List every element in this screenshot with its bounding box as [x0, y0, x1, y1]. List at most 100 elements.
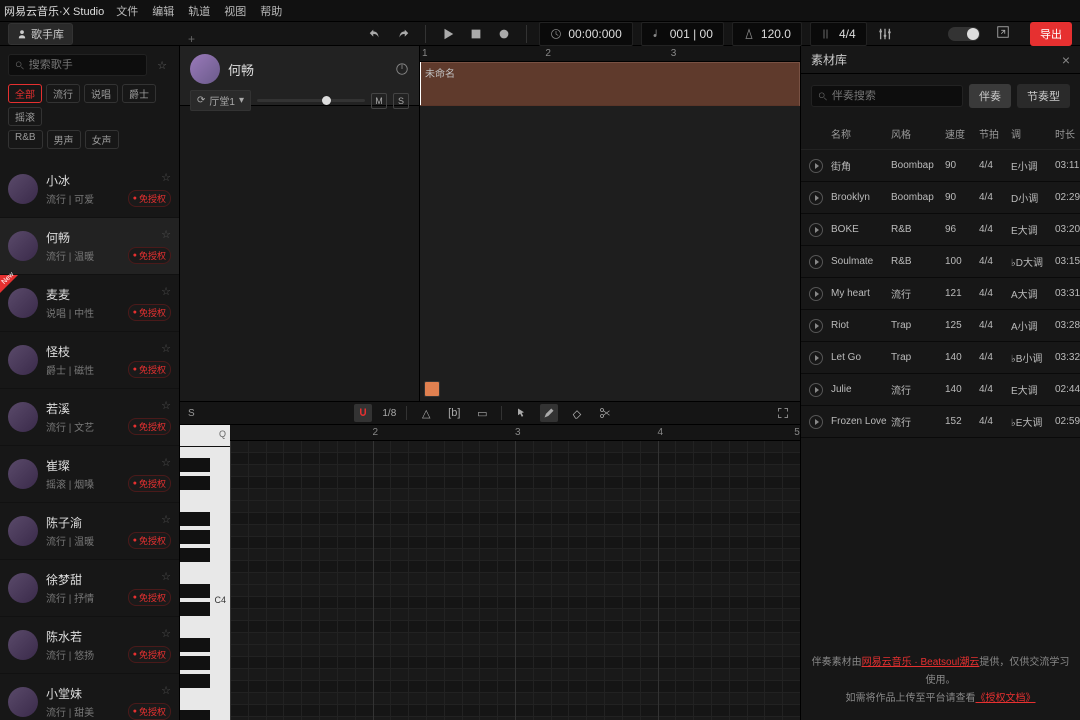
tab-rhythm[interactable]: 节奏型 [1017, 84, 1070, 108]
undo-button[interactable] [365, 24, 385, 44]
singer-search-input[interactable] [29, 59, 140, 71]
singer-item[interactable]: 若溪流行 | 文艺☆免授权 [0, 389, 179, 446]
piano-ruler[interactable]: 2 3 4 5 [230, 425, 800, 441]
preset-selector[interactable]: ⟳厅堂1▾ [190, 90, 251, 111]
pencil-tool[interactable] [540, 404, 558, 422]
play-preview-button[interactable] [809, 383, 823, 397]
favorite-star[interactable]: ☆ [161, 570, 171, 583]
library-row[interactable]: SoulmateR&B1004/4♭D大调03:15 [801, 246, 1080, 278]
library-row[interactable]: Julie流行1404/4E大调02:44 [801, 374, 1080, 406]
snap-value[interactable]: 1/8 [382, 408, 396, 419]
beatsoul-link[interactable]: 网易云音乐 · Beatsoul潮云 [862, 657, 980, 668]
black-key[interactable] [180, 656, 210, 670]
volume-slider[interactable] [257, 99, 365, 102]
play-button[interactable] [438, 24, 458, 44]
timesig-readout[interactable]: 4/4 [810, 22, 867, 46]
genre-tag[interactable]: 全部 [8, 84, 42, 103]
close-library-button[interactable]: × [1062, 52, 1070, 68]
singer-library-tab[interactable]: 歌手库 [8, 23, 73, 45]
black-key[interactable] [180, 458, 210, 472]
singer-item[interactable]: 崔璨摇滚 | 烟嗓☆免授权 [0, 446, 179, 503]
play-preview-button[interactable] [809, 255, 823, 269]
cursor-tool[interactable] [512, 404, 530, 422]
singer-item[interactable]: 陈子渝流行 | 温暖☆免授权 [0, 503, 179, 560]
power-icon[interactable] [395, 62, 409, 76]
singer-search-wrapper[interactable] [8, 54, 147, 76]
singer-item[interactable]: 何畅流行 | 温暖☆免授权 [0, 218, 179, 275]
stop-button[interactable] [466, 24, 486, 44]
genre-tag[interactable]: 男声 [47, 130, 81, 149]
library-row[interactable]: BrooklynBoombap904/4D小调02:29 [801, 182, 1080, 214]
library-row[interactable]: BOKER&B964/4E大调03:20 [801, 214, 1080, 246]
favorite-star[interactable]: ☆ [161, 342, 171, 355]
black-key[interactable] [180, 476, 210, 490]
singer-item[interactable]: 怪枝爵士 | 磁性☆免授权 [0, 332, 179, 389]
piano-keyboard[interactable]: QC4 [180, 425, 230, 720]
favorite-star[interactable]: ☆ [161, 627, 171, 640]
library-row[interactable]: RiotTrap1254/4A小调03:28 [801, 310, 1080, 342]
menu-help[interactable]: 帮助 [260, 3, 282, 19]
black-key[interactable] [180, 530, 210, 544]
black-key[interactable] [180, 710, 210, 720]
favorite-star[interactable]: ☆ [161, 399, 171, 412]
eraser-tool[interactable] [568, 404, 586, 422]
favorite-star[interactable]: ☆ [161, 171, 171, 184]
black-key[interactable] [180, 584, 210, 598]
black-key[interactable] [180, 674, 210, 688]
timeline[interactable]: 1 2 3 未命名 [420, 46, 800, 105]
mixer-button[interactable] [875, 24, 895, 44]
tool-a[interactable]: △ [417, 404, 435, 422]
favorite-star[interactable]: ☆ [161, 456, 171, 469]
toggle-switch[interactable] [948, 27, 980, 41]
redo-button[interactable] [393, 24, 413, 44]
favorite-star[interactable]: ☆ [161, 684, 171, 697]
favorites-filter[interactable]: ☆ [153, 59, 171, 72]
play-preview-button[interactable] [809, 191, 823, 205]
black-key[interactable] [180, 602, 210, 616]
tempo-readout[interactable]: 120.0 [732, 22, 802, 46]
genre-tag[interactable]: 流行 [46, 84, 80, 103]
genre-tag[interactable]: 说唱 [84, 84, 118, 103]
singer-item[interactable]: 小冰流行 | 可爱☆免授权 [0, 161, 179, 218]
playhead[interactable] [420, 62, 421, 105]
solo-button[interactable]: S [393, 93, 409, 109]
timeline-ruler[interactable]: 1 2 3 [420, 46, 800, 62]
library-row[interactable]: 街角Boombap904/4E小调03:11 [801, 150, 1080, 182]
popout-button[interactable] [996, 25, 1010, 42]
black-key[interactable] [180, 512, 210, 526]
piano-grid[interactable] [230, 441, 800, 720]
magnet-button[interactable] [354, 404, 372, 422]
library-row[interactable]: My heart流行1214/4A大调03:31 [801, 278, 1080, 310]
favorite-star[interactable]: ☆ [161, 228, 171, 241]
record-button[interactable] [494, 24, 514, 44]
mute-button[interactable]: M [371, 93, 387, 109]
singer-item[interactable]: New麦麦说唱 | 中性☆免授权 [0, 275, 179, 332]
play-preview-button[interactable] [809, 415, 823, 429]
export-button[interactable]: 导出 [1030, 22, 1072, 46]
tool-b[interactable]: [b] [445, 404, 463, 422]
play-preview-button[interactable] [809, 287, 823, 301]
genre-tag[interactable]: 女声 [85, 130, 119, 149]
track-avatar[interactable] [190, 54, 220, 84]
play-preview-button[interactable] [809, 223, 823, 237]
black-key[interactable] [180, 548, 210, 562]
menu-track[interactable]: 轨道 [188, 3, 210, 19]
favorite-star[interactable]: ☆ [161, 285, 171, 298]
play-preview-button[interactable] [809, 159, 823, 173]
genre-tag[interactable]: 摇滚 [8, 107, 42, 126]
scissors-tool[interactable] [596, 404, 614, 422]
add-track-button[interactable]: + [188, 32, 195, 46]
menu-view[interactable]: 视图 [224, 3, 246, 19]
favorite-star[interactable]: ☆ [161, 513, 171, 526]
singer-item[interactable]: 陈水若流行 | 悠扬☆免授权 [0, 617, 179, 674]
loop-indicator[interactable] [424, 381, 440, 397]
expand-button[interactable] [774, 404, 792, 422]
genre-tag[interactable]: 爵士 [122, 84, 156, 103]
library-row[interactable]: Frozen Love流行1524/4♭E大调02:59 [801, 406, 1080, 438]
black-key[interactable] [180, 638, 210, 652]
singers-list[interactable]: 小冰流行 | 可爱☆免授权何畅流行 | 温暖☆免授权New麦麦说唱 | 中性☆免… [0, 161, 179, 720]
library-row[interactable]: Let GoTrap1404/4♭B小调03:32 [801, 342, 1080, 374]
library-search-wrapper[interactable] [811, 85, 963, 107]
play-preview-button[interactable] [809, 319, 823, 333]
tool-c[interactable]: ▭ [473, 404, 491, 422]
